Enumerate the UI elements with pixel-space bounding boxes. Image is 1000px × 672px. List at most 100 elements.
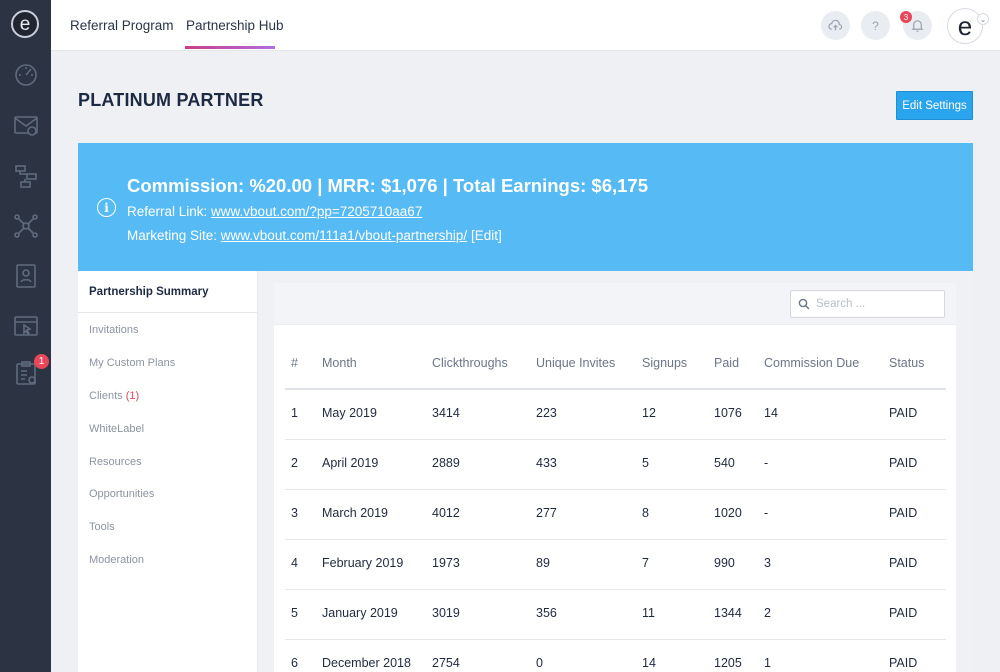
cell-clickthroughs: 3414 bbox=[432, 406, 460, 420]
bell-count-badge: 3 bbox=[900, 11, 912, 23]
cell-month: March 2019 bbox=[322, 506, 389, 520]
cell-commission-due: - bbox=[764, 506, 769, 520]
cell-paid: 1205 bbox=[714, 656, 742, 670]
cell-row-number: 4 bbox=[291, 556, 298, 570]
cell-unique-invites: 277 bbox=[536, 506, 557, 520]
menu-item-opportunities[interactable]: Opportunities bbox=[89, 488, 154, 500]
cloud-upload-icon bbox=[828, 19, 843, 31]
cell-signups: 7 bbox=[642, 556, 649, 570]
cell-signups: 14 bbox=[642, 656, 656, 670]
menu-item-resources[interactable]: Resources bbox=[89, 456, 142, 468]
menu-item-whitelabel[interactable]: WhiteLabel bbox=[89, 423, 144, 435]
bell-icon bbox=[911, 20, 924, 32]
page-title: PLATINUM PARTNER bbox=[78, 90, 264, 110]
menu-item-moderation[interactable]: Moderation bbox=[89, 554, 144, 566]
column-header-unique-invites[interactable]: Unique Invites bbox=[536, 356, 615, 370]
network-icon[interactable] bbox=[13, 213, 39, 239]
row-divider bbox=[285, 489, 946, 490]
cell-status: PAID bbox=[889, 456, 918, 470]
referral-label: Referral Link: bbox=[127, 204, 212, 219]
cell-paid: 540 bbox=[714, 456, 735, 470]
table-toolbar bbox=[274, 283, 956, 325]
cell-commission-due: 14 bbox=[764, 406, 778, 420]
cell-month: January 2019 bbox=[322, 606, 398, 620]
menu-item-partnership-summary[interactable]: Partnership Summary bbox=[78, 271, 258, 313]
clients-label: Clients bbox=[89, 390, 123, 402]
cell-row-number: 1 bbox=[291, 406, 298, 420]
summary-table-panel: # Month Clickthroughs Unique Invites Sig… bbox=[274, 283, 956, 672]
row-divider bbox=[285, 589, 946, 590]
cell-commission-due: - bbox=[764, 456, 769, 470]
cell-status: PAID bbox=[889, 406, 918, 420]
cell-commission-due: 1 bbox=[764, 656, 771, 670]
column-header-number[interactable]: # bbox=[291, 356, 298, 370]
cell-row-number: 5 bbox=[291, 606, 298, 620]
avatar[interactable]: e bbox=[947, 8, 983, 44]
menu-item-clients[interactable]: Clients (1) bbox=[89, 390, 139, 402]
cell-status: PAID bbox=[889, 656, 918, 670]
banner-headline: Commission: %20.00 | MRR: $1,076 | Total… bbox=[127, 175, 648, 196]
search-input[interactable] bbox=[816, 298, 941, 310]
cell-clickthroughs: 3019 bbox=[432, 606, 460, 620]
cell-status: PAID bbox=[889, 506, 918, 520]
cell-paid: 1344 bbox=[714, 606, 742, 620]
column-header-commission-due[interactable]: Commission Due bbox=[764, 356, 859, 370]
cell-unique-invites: 89 bbox=[536, 556, 550, 570]
workflow-icon[interactable] bbox=[13, 163, 39, 189]
commission-banner: i Commission: %20.00 | MRR: $1,076 | Tot… bbox=[78, 143, 973, 271]
cell-clickthroughs: 1973 bbox=[432, 556, 460, 570]
column-header-paid[interactable]: Paid bbox=[714, 356, 739, 370]
menu-item-tools[interactable]: Tools bbox=[89, 521, 115, 533]
search-box[interactable] bbox=[790, 290, 945, 318]
tab-partnership-hub[interactable]: Partnership Hub bbox=[186, 0, 284, 51]
referral-link[interactable]: www.vbout.com/?pp=7205710aa67 bbox=[211, 204, 422, 219]
menu-item-custom-plans[interactable]: My Custom Plans bbox=[89, 357, 175, 369]
help-button[interactable]: ? bbox=[861, 11, 890, 40]
cell-month: February 2019 bbox=[322, 556, 404, 570]
cell-unique-invites: 223 bbox=[536, 406, 557, 420]
marketing-label: Marketing Site: bbox=[127, 228, 221, 243]
cell-clickthroughs: 2754 bbox=[432, 656, 460, 670]
column-header-month[interactable]: Month bbox=[322, 356, 357, 370]
cell-unique-invites: 433 bbox=[536, 456, 557, 470]
header-divider bbox=[285, 388, 946, 390]
row-divider bbox=[285, 539, 946, 540]
column-header-status[interactable]: Status bbox=[889, 356, 924, 370]
marketing-site-line: Marketing Site: www.vbout.com/111a1/vbou… bbox=[127, 228, 502, 243]
cell-row-number: 2 bbox=[291, 456, 298, 470]
cell-paid: 1076 bbox=[714, 406, 742, 420]
cell-signups: 12 bbox=[642, 406, 656, 420]
cell-unique-invites: 0 bbox=[536, 656, 543, 670]
marketing-link[interactable]: www.vbout.com/111a1/vbout-partnership/ bbox=[221, 228, 467, 243]
app-logo[interactable]: e bbox=[11, 10, 39, 38]
cell-clickthroughs: 2889 bbox=[432, 456, 460, 470]
cell-month: May 2019 bbox=[322, 406, 377, 420]
cell-status: PAID bbox=[889, 606, 918, 620]
edit-settings-button[interactable]: Edit Settings bbox=[896, 91, 973, 120]
marketing-edit-link[interactable]: [Edit] bbox=[467, 228, 502, 243]
dashboard-gauge-icon[interactable] bbox=[13, 61, 39, 87]
search-icon bbox=[798, 298, 810, 310]
cell-signups: 5 bbox=[642, 456, 649, 470]
contact-card-icon[interactable] bbox=[13, 263, 39, 289]
clients-count-badge: (1) bbox=[125, 390, 140, 402]
help-icon: ? bbox=[872, 18, 879, 33]
cell-commission-due: 2 bbox=[764, 606, 771, 620]
cell-month: April 2019 bbox=[322, 456, 379, 470]
partnership-menu: Partnership Summary Invitations My Custo… bbox=[78, 271, 258, 672]
column-header-signups[interactable]: Signups bbox=[642, 356, 687, 370]
cell-unique-invites: 356 bbox=[536, 606, 557, 620]
column-header-clickthroughs[interactable]: Clickthroughs bbox=[432, 356, 508, 370]
cell-signups: 11 bbox=[642, 606, 655, 620]
browser-cursor-icon[interactable] bbox=[13, 313, 39, 339]
referral-link-line: Referral Link: www.vbout.com/?pp=7205710… bbox=[127, 204, 422, 219]
cloud-upload-button[interactable] bbox=[821, 11, 850, 40]
chevron-down-icon[interactable]: ⌄ bbox=[977, 13, 989, 25]
email-icon[interactable] bbox=[13, 112, 39, 138]
tab-referral-program[interactable]: Referral Program bbox=[70, 0, 174, 51]
row-divider bbox=[285, 639, 946, 640]
summary-content: # Month Clickthroughs Unique Invites Sig… bbox=[258, 271, 973, 672]
menu-item-invitations[interactable]: Invitations bbox=[89, 324, 139, 336]
cell-month: December 2018 bbox=[322, 656, 411, 670]
info-icon: i bbox=[97, 198, 116, 217]
